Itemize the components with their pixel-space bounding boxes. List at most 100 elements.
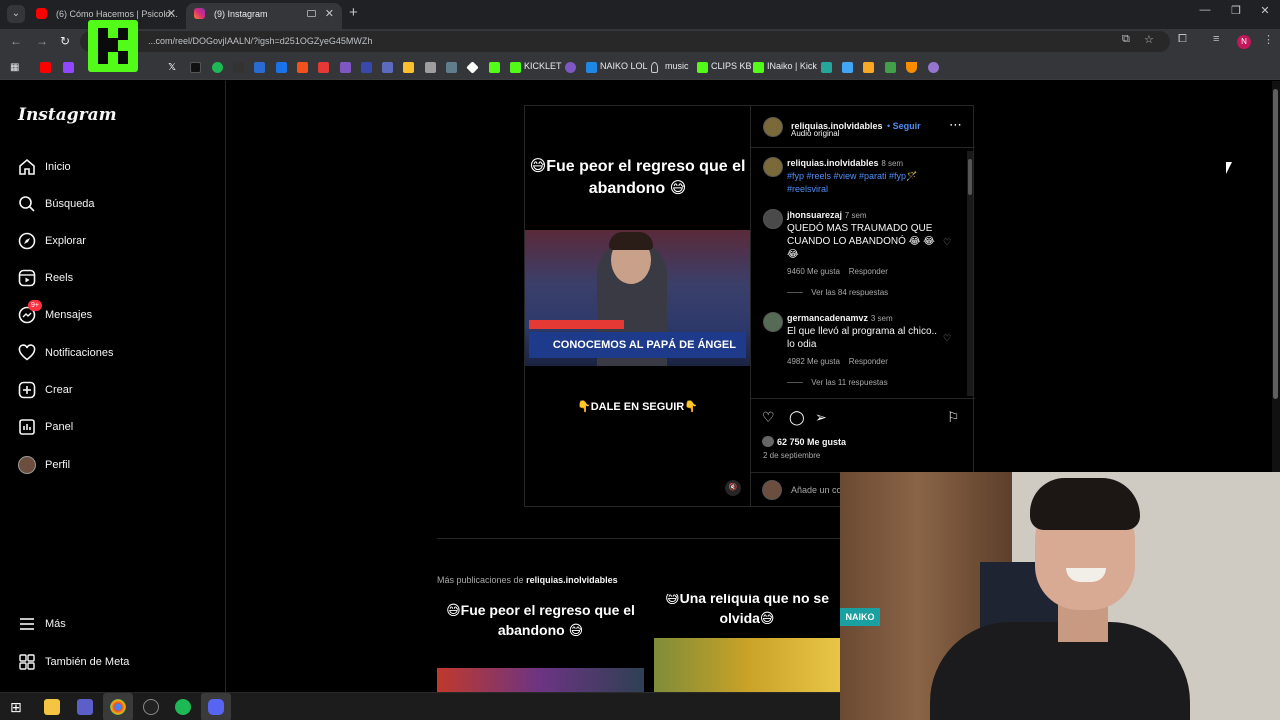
reply-button[interactable]: Responder	[849, 357, 888, 366]
bookmark-clips-kb[interactable]: CLIPS KB	[711, 61, 752, 71]
bookmark-teal-icon[interactable]	[821, 62, 832, 73]
nav-explorar[interactable]: Explorar	[18, 232, 208, 254]
bookmark-twitch-icon[interactable]	[63, 62, 74, 73]
bookmark-red-icon[interactable]	[318, 62, 329, 73]
comment-username[interactable]: jhonsuarezaj	[787, 210, 842, 220]
nav-mas[interactable]: Más	[18, 615, 208, 637]
extensions-icon[interactable]: ⧠	[1178, 33, 1187, 46]
bookmark-chart-icon[interactable]	[842, 62, 853, 73]
instagram-logo[interactable]: Instagram	[18, 105, 117, 125]
bookmark-orange-icon[interactable]	[297, 62, 308, 73]
reel-video[interactable]: 😅Fue peor el regreso que el abandono 😅 C…	[525, 106, 750, 506]
bookmark-kick-icon[interactable]	[489, 62, 500, 73]
author-avatar[interactable]	[763, 157, 783, 177]
volume-icon[interactable]: 🔇	[725, 480, 741, 496]
commenter-avatar[interactable]	[763, 312, 783, 332]
author-avatar[interactable]	[763, 117, 783, 137]
bookmark-tiktok-icon[interactable]	[190, 62, 201, 73]
caption-hashtags[interactable]: #fyp #reels #view #parati #fyp🪄 #reelsvi…	[787, 171, 917, 194]
close-window-button[interactable]: ✕	[1250, 4, 1280, 17]
install-app-icon[interactable]: ⧉	[1122, 33, 1130, 46]
clips-kb-icon[interactable]	[697, 62, 708, 73]
nav-crear[interactable]: Crear	[18, 381, 208, 403]
bookmark-green-icon[interactable]	[885, 62, 896, 73]
spotify-icon[interactable]	[175, 699, 191, 715]
add-comment-input[interactable]: Añade un co	[791, 485, 842, 495]
like-heart-icon[interactable]: ♡	[762, 409, 775, 426]
naiko-l-icon[interactable]	[586, 62, 597, 73]
minimize-button[interactable]: —	[1190, 4, 1220, 16]
comment-username[interactable]: germancadenamvz	[787, 313, 868, 323]
more-post-thumb[interactable]: 😅Fue peor el regreso que el abandono 😅	[437, 594, 644, 694]
tab-search-button[interactable]: ⌄	[7, 5, 25, 23]
address-bar[interactable]: ...com/reel/DOGovjIAALN/?igsh=d251OGZyeG…	[80, 31, 1170, 52]
nav-notificaciones[interactable]: Notificaciones	[18, 344, 208, 366]
bookmark-star-icon[interactable]: ☆	[1144, 33, 1154, 46]
comment-like-heart-icon[interactable]: ♡	[943, 237, 951, 248]
comment-likes[interactable]: 9460 Me gusta	[787, 267, 840, 276]
comment-like-heart-icon[interactable]: ♡	[943, 333, 951, 344]
chrome-icon[interactable]	[110, 699, 126, 715]
view-replies-button[interactable]: Ver las 11 respuestas	[811, 378, 887, 387]
comment-likes[interactable]: 4982 Me gusta	[787, 357, 840, 366]
app-icon[interactable]	[77, 699, 93, 715]
back-icon[interactable]: ←	[10, 34, 22, 48]
bookmark-spotify-icon[interactable]	[212, 62, 223, 73]
forward-icon[interactable]: →	[36, 34, 48, 48]
bookmark-twitch2-icon[interactable]	[382, 62, 393, 73]
close-icon[interactable]: ✕	[167, 3, 176, 25]
restore-button[interactable]: ❐	[1221, 4, 1251, 17]
nav-busqueda[interactable]: Búsqueda	[18, 195, 208, 217]
file-explorer-icon[interactable]	[44, 699, 60, 715]
caption-username[interactable]: reliquias.inolvidables	[787, 158, 879, 168]
music-icon[interactable]	[651, 62, 658, 73]
tab-instagram[interactable]: (9) Instagram ✕	[186, 3, 342, 29]
reload-icon[interactable]: ↻	[60, 34, 70, 48]
save-bookmark-icon[interactable]: ⚐	[947, 409, 960, 426]
bookmark-s-icon[interactable]	[233, 62, 244, 73]
follow-button[interactable]: Seguir	[893, 121, 921, 131]
bookmark-youtube-icon[interactable]	[40, 62, 51, 73]
bookmark-indigo-icon[interactable]	[361, 62, 372, 73]
more-options-icon[interactable]: ⋯	[949, 117, 962, 133]
windows-start-icon[interactable]: ⊞	[10, 699, 26, 715]
bookmark-diamond-icon[interactable]	[466, 61, 479, 74]
bookmark-cat-icon[interactable]	[425, 62, 436, 73]
nav-panel[interactable]: Panel	[18, 418, 208, 440]
comment-icon[interactable]: ◯	[789, 409, 805, 426]
nav-tambien-de-meta[interactable]: También de Meta	[18, 653, 208, 675]
bookmark-music[interactable]: music	[665, 61, 689, 71]
nav-mensajes[interactable]: 9+ Mensajes	[18, 300, 208, 328]
reply-button[interactable]: Responder	[849, 267, 888, 276]
nav-perfil[interactable]: Perfil	[18, 456, 208, 478]
view-replies-button[interactable]: Ver las 84 respuestas	[811, 288, 888, 297]
share-icon[interactable]: ➢	[815, 409, 827, 426]
menu-kebab-icon[interactable]: ⋮	[1263, 33, 1274, 46]
bookmark-yellow-icon[interactable]	[403, 62, 414, 73]
bookmark-gray-icon[interactable]	[446, 62, 457, 73]
comments-scrollbar[interactable]	[967, 151, 973, 396]
likes-count[interactable]: 62 750 Me gusta	[777, 437, 846, 447]
media-icon[interactable]	[307, 10, 316, 17]
commenter-avatar[interactable]	[763, 209, 783, 229]
more-post-thumb[interactable]: 😅Una reliquia que no se olvida😅	[654, 594, 840, 694]
bookmark-kicklet[interactable]: KICKLET	[524, 61, 562, 71]
nav-reels[interactable]: Reels	[18, 269, 208, 291]
bookmark-inaiko-kick[interactable]: INaiko | Kick	[767, 61, 817, 71]
bookmark-kk-icon[interactable]	[254, 62, 265, 73]
audio-label[interactable]: Audio original	[791, 129, 839, 138]
bookmark-naiko-lol[interactable]: NAIKO LOL	[600, 61, 648, 71]
close-icon[interactable]: ✕	[325, 3, 334, 25]
nav-inicio[interactable]: Inicio	[18, 158, 208, 180]
bookmark-sync-icon[interactable]	[928, 62, 939, 73]
profile-avatar[interactable]: N	[1237, 35, 1251, 49]
bookmark-p-icon[interactable]	[863, 62, 874, 73]
new-tab-button[interactable]: +	[349, 4, 358, 21]
more-posts-username[interactable]: reliquias.inolvidables	[526, 575, 618, 585]
media-control-icon[interactable]: ≡	[1213, 33, 1219, 45]
inaiko-kick-icon[interactable]	[753, 62, 764, 73]
bookmark-blue-icon[interactable]	[276, 62, 287, 73]
bookmark-x-icon[interactable]: 𝕏	[168, 62, 179, 73]
bookmark-u-icon[interactable]	[906, 62, 917, 73]
naiko-lol-icon[interactable]	[565, 62, 576, 73]
